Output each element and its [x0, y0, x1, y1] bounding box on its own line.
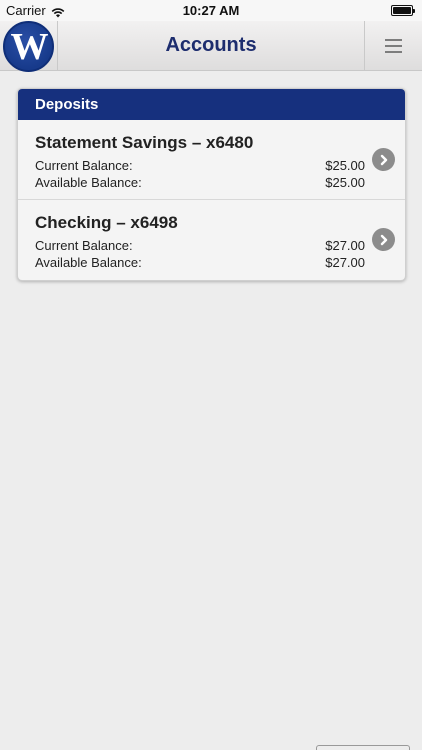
menu-button[interactable]: [364, 21, 422, 70]
footer-button[interactable]: [316, 745, 410, 750]
current-balance-line: Current Balance: $27.00: [35, 238, 365, 255]
available-balance-label: Available Balance:: [35, 175, 142, 190]
available-balance-value: $27.00: [325, 255, 365, 270]
bank-logo: W: [3, 21, 54, 72]
chevron-right-icon[interactable]: [372, 228, 395, 251]
status-time: 10:27 AM: [182, 3, 240, 18]
account-name: Checking – x6498: [35, 213, 178, 232]
nav-bar: W Accounts: [0, 21, 422, 72]
footer-strip: [0, 744, 422, 750]
deposits-panel: Deposits Statement Savings – x6480 Curre…: [17, 88, 406, 281]
account-name: Statement Savings – x6480: [35, 133, 254, 152]
logo-letter: W: [10, 25, 49, 68]
available-balance-line: Available Balance: $27.00: [35, 255, 365, 272]
battery-icon: [391, 5, 415, 16]
hamburger-menu-icon: [385, 38, 402, 53]
current-balance-line: Current Balance: $25.00: [35, 158, 365, 175]
account-row-checking[interactable]: Checking – x6498 Current Balance: $27.00…: [18, 200, 405, 280]
logo-button[interactable]: W: [0, 21, 58, 72]
current-balance-value: $27.00: [325, 238, 365, 253]
account-row-savings[interactable]: Statement Savings – x6480 Current Balanc…: [18, 120, 405, 200]
deposits-header: Deposits: [18, 89, 405, 120]
current-balance-value: $25.00: [325, 158, 365, 173]
status-bar: Carrier 10:27 AM: [0, 0, 422, 21]
page-title: Accounts: [165, 34, 257, 56]
available-balance-line: Available Balance: $25.00: [35, 175, 365, 192]
current-balance-label: Current Balance:: [35, 238, 133, 253]
available-balance-value: $25.00: [325, 175, 365, 190]
current-balance-label: Current Balance:: [35, 158, 133, 173]
available-balance-label: Available Balance:: [35, 255, 142, 270]
chevron-right-icon[interactable]: [372, 148, 395, 171]
